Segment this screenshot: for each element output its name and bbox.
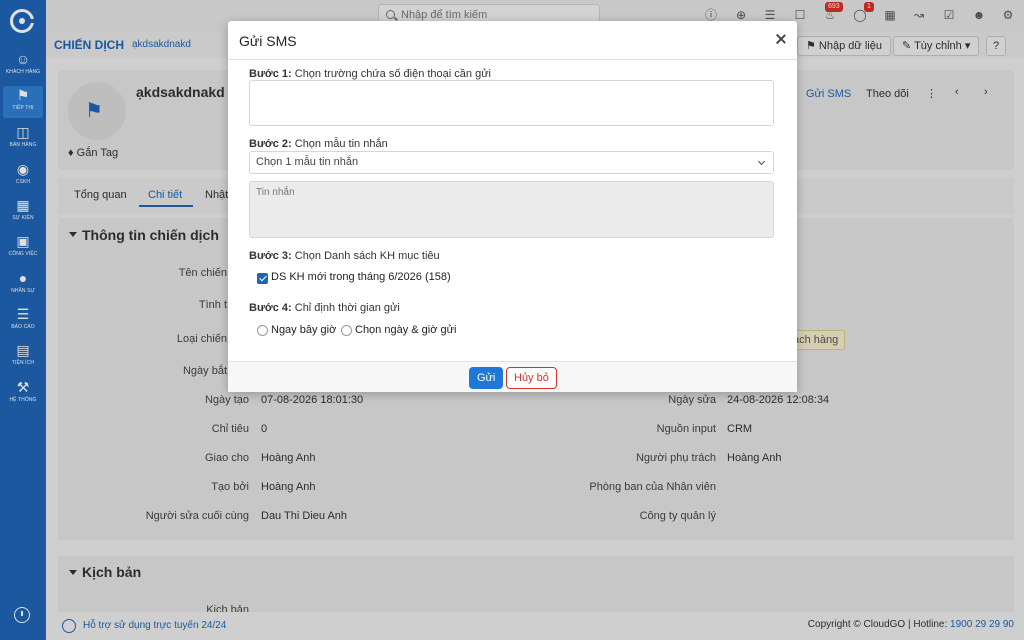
dialog-footer: Gửi Hủy bỏ (228, 361, 797, 392)
cancel-button[interactable]: Hủy bỏ (506, 367, 557, 389)
schedule-label: Chọn ngày & giờ gửi (355, 324, 457, 336)
step3-label: Bước 3: Chọn Danh sách KH mục tiêu (249, 250, 440, 262)
chevron-down-icon (757, 157, 766, 166)
close-icon[interactable] (775, 33, 787, 45)
template-select[interactable]: Chọn 1 mẫu tin nhắn (249, 151, 774, 174)
send-button[interactable]: Gửi (469, 367, 504, 389)
send-sms-dialog: Gửi SMS Bước 1: Chọn trường chứa số điện… (228, 21, 797, 392)
target-list-checkbox[interactable] (257, 273, 268, 284)
send-now-label: Ngay bây giờ (271, 324, 337, 336)
phone-field-select[interactable] (249, 80, 774, 126)
message-textarea[interactable]: Tin nhắn (249, 181, 774, 238)
target-list-label: DS KH mới trong tháng 6/2026 (158) (271, 271, 451, 283)
divider (228, 59, 797, 60)
step2-label: Bước 2: Chọn mẫu tin nhắn (249, 138, 388, 150)
step4-label: Bước 4: Chỉ định thời gian gửi (249, 302, 400, 314)
send-now-radio[interactable] (257, 325, 268, 336)
dialog-title: Gửi SMS (239, 33, 297, 49)
schedule-radio[interactable] (341, 325, 352, 336)
step1-label: Bước 1: Chọn trường chứa số điện thoại c… (249, 68, 491, 80)
